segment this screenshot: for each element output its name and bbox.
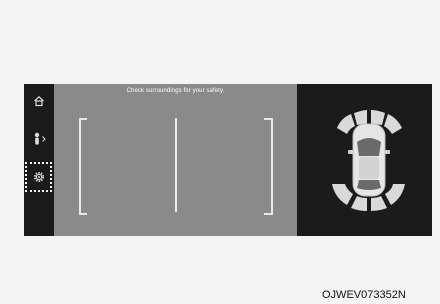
rear-camera-view: Check surroundings for your safety. bbox=[54, 84, 297, 236]
sensor-rear-center-left bbox=[351, 196, 367, 211]
home-icon bbox=[34, 95, 44, 107]
sensor-front-right bbox=[384, 114, 402, 134]
person-button[interactable] bbox=[24, 122, 54, 156]
car-roof bbox=[359, 157, 379, 179]
parking-guidelines bbox=[79, 118, 273, 215]
settings-button[interactable] bbox=[24, 160, 54, 194]
guide-left bbox=[79, 118, 87, 215]
mirror-left bbox=[348, 150, 353, 154]
car-windshield bbox=[357, 138, 381, 156]
car-rear-window bbox=[357, 180, 381, 190]
guide-right bbox=[264, 118, 273, 215]
image-caption: OJWEV073352N bbox=[322, 289, 406, 301]
mirror-right bbox=[385, 150, 390, 154]
car-top-view bbox=[332, 110, 405, 211]
parking-sensor-view bbox=[297, 84, 432, 236]
focus-highlight bbox=[25, 162, 52, 192]
sensor-rear-center-right bbox=[371, 196, 387, 211]
sensor-front-center-left bbox=[354, 110, 367, 125]
display-screen: Check surroundings for your safety. bbox=[24, 84, 432, 236]
sensor-front-left bbox=[337, 114, 355, 134]
sensor-rear-right bbox=[385, 184, 405, 205]
home-button[interactable] bbox=[24, 84, 54, 118]
sensor-rear-left bbox=[332, 184, 353, 205]
sensor-front-center-right bbox=[371, 110, 385, 125]
person-icon bbox=[34, 132, 46, 145]
sidebar bbox=[24, 84, 54, 236]
